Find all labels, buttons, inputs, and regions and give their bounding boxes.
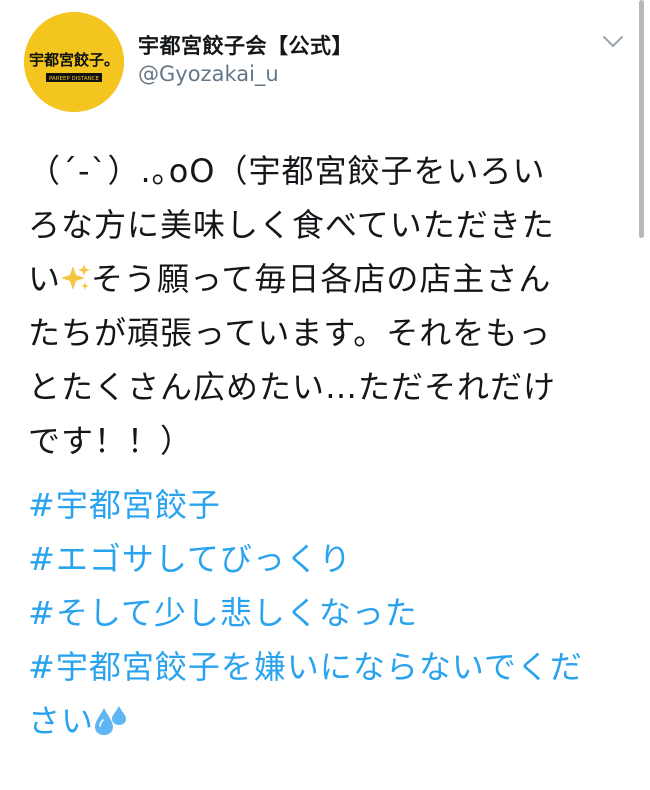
tweet-menu-button[interactable] bbox=[598, 30, 628, 52]
avatar-logo-text: 宇都宮餃子。 bbox=[29, 51, 119, 69]
avatar-logo-subtext: PAREEP DISTANCE bbox=[49, 76, 100, 82]
chevron-down-icon bbox=[603, 36, 623, 47]
tweet-text-line: です！！） bbox=[28, 422, 194, 460]
tweet-text-line: いそう願って毎日各店の店主さん bbox=[28, 252, 618, 306]
tweet-text: （´-`）.｡oO（宇都宮餃子をいろい ろな方に美味しく食べていただきた いそう… bbox=[28, 144, 618, 468]
sparkles-emoji bbox=[61, 256, 91, 310]
scrollbar[interactable] bbox=[639, 0, 644, 238]
tweet-text-line: （´-`）.｡oO（宇都宮餃子をいろい bbox=[28, 152, 546, 190]
hashtag-link[interactable]: #エゴサしてびっくり bbox=[28, 532, 628, 586]
hashtag-link-continued[interactable]: さい bbox=[28, 694, 628, 748]
tweet-text-line: たちが頑張っています。それをもっ bbox=[28, 314, 552, 352]
hashtag-link[interactable]: #そして少し悲しくなった bbox=[28, 586, 628, 640]
tweet-text-line: とたくさん広めたい…ただそれだけ bbox=[28, 368, 557, 406]
author-handle[interactable]: @Gyozakai_u bbox=[138, 62, 279, 86]
hashtag-list: #宇都宮餃子 #エゴサしてびっくり #そして少し悲しくなった #宇都宮餃子を嫌い… bbox=[28, 478, 628, 748]
tweet-text-line: ろな方に美味しく食べていただきた bbox=[28, 206, 555, 244]
tweet: 宇都宮餃子。 PAREEP DISTANCE 宇都宮餃子会【公式】 @Gyoza… bbox=[0, 0, 650, 790]
sweat-droplets-emoji bbox=[94, 698, 128, 752]
hashtag-link[interactable]: #宇都宮餃子を嫌いにならないでくだ bbox=[28, 640, 628, 694]
hashtag-link[interactable]: #宇都宮餃子 bbox=[28, 478, 628, 532]
gyozakai-logo: 宇都宮餃子。 PAREEP DISTANCE bbox=[24, 12, 124, 112]
avatar[interactable]: 宇都宮餃子。 PAREEP DISTANCE bbox=[24, 12, 124, 112]
author-display-name[interactable]: 宇都宮餃子会【公式】 bbox=[138, 30, 353, 60]
